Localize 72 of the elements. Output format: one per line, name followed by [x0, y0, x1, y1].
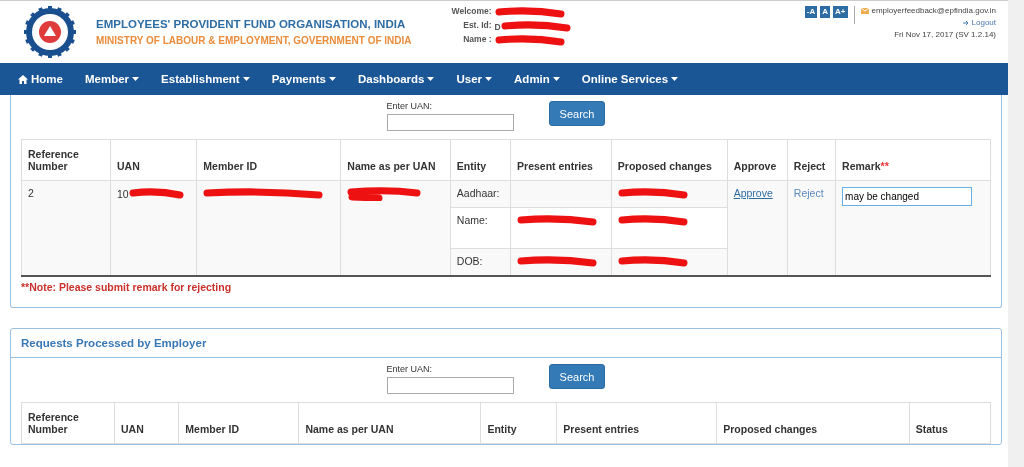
scrollbar[interactable] [1008, 0, 1024, 467]
caret-icon [485, 77, 493, 81]
remark-input-field[interactable]: may be changed [842, 187, 973, 206]
caret-icon [329, 77, 336, 81]
column-header: Member ID [178, 402, 299, 444]
caret-icon [132, 77, 140, 81]
font-size-button[interactable]: A+ [833, 6, 848, 18]
nav-menu-item[interactable]: Admin [514, 73, 560, 85]
column-header: Name as per UAN [340, 139, 451, 181]
redaction-mark [494, 34, 565, 48]
redaction-mark [494, 6, 565, 20]
column-header: Present entries [510, 139, 612, 181]
column-header: Remark** [835, 139, 991, 181]
nav-menu-item[interactable]: Online Services [581, 73, 679, 85]
caret-icon [671, 77, 679, 81]
field-label: Enter UAN: [386, 364, 434, 374]
column-header: UAN [110, 139, 197, 181]
uan-input-field[interactable] [386, 377, 514, 394]
user-info-value: D [494, 22, 501, 32]
table-cell: 2 [21, 180, 111, 276]
envelope-icon [860, 7, 869, 14]
caret-icon [552, 77, 560, 81]
nav-menu-item[interactable]: User [456, 73, 493, 85]
search-button[interactable]: Search [548, 101, 606, 126]
column-header: Proposed changes [716, 402, 910, 444]
field-label: Enter UAN: [386, 101, 434, 111]
nav-menu-item[interactable]: Establishment [161, 73, 250, 85]
redaction-mark [500, 20, 571, 34]
column-header: Reference Number [21, 402, 115, 444]
home-icon [18, 74, 28, 84]
feedback-email[interactable]: employerfeedback@epfindia.gov.in [871, 6, 996, 15]
nav-menu-item[interactable]: Payments [271, 73, 336, 85]
search-button[interactable]: Search [548, 364, 606, 389]
column-header: Proposed changes [611, 139, 728, 181]
caret-icon [427, 77, 435, 81]
table-cell: Name: [450, 207, 511, 249]
table-cell: DOB: [450, 248, 511, 276]
validation-note: **Note: Please submit remark for rejecting [21, 281, 233, 293]
column-header: Present entries [556, 402, 717, 444]
uan-input-field[interactable] [386, 114, 514, 131]
column-header: Entity [450, 139, 511, 181]
redaction-mark [617, 255, 688, 269]
organisation-name: EMPLOYEES' PROVIDENT FUND ORGANISATION, INDIA [96, 18, 407, 30]
redaction-mark [617, 187, 688, 201]
nav-menu-item[interactable]: Home [18, 73, 63, 85]
date-version: Fri Nov 17, 2017 (SV 1.2.14) [894, 30, 996, 39]
column-header: Member ID [196, 139, 341, 181]
column-header: Name as per UAN [298, 402, 481, 444]
logout-link[interactable]: Logout [962, 18, 996, 27]
emblem-logo [24, 6, 76, 58]
column-header: Status [909, 402, 991, 444]
redaction-mark [617, 214, 688, 228]
table-cell: 10 [117, 188, 129, 200]
caret-icon [242, 77, 250, 81]
reject-link[interactable]: Reject [793, 187, 824, 199]
user-info-label: Name : [462, 34, 492, 46]
column-header: UAN [114, 402, 179, 444]
panel-title: Requests Processed by Employer [11, 329, 1001, 358]
approve-link[interactable]: Approve [733, 187, 773, 199]
column-header: Reference Number [21, 139, 111, 181]
logout-icon [962, 19, 970, 26]
user-info-label: Est. Id: [462, 20, 492, 32]
column-header: Entity [480, 402, 557, 444]
column-header: Reject [787, 139, 836, 181]
nav-menu-item[interactable]: Dashboards [358, 73, 435, 85]
column-header: Approve [727, 139, 788, 181]
font-size-button[interactable]: -A [804, 6, 818, 18]
user-info-label: Welcome: [451, 6, 492, 18]
font-size-button[interactable]: A [820, 6, 831, 18]
ministry-name: MINISTRY OF LABOUR & EMPLOYMENT, GOVERNMENT OF INDIA [96, 35, 412, 46]
nav-menu-item[interactable]: Member [84, 73, 140, 85]
redaction-mark [128, 187, 184, 201]
